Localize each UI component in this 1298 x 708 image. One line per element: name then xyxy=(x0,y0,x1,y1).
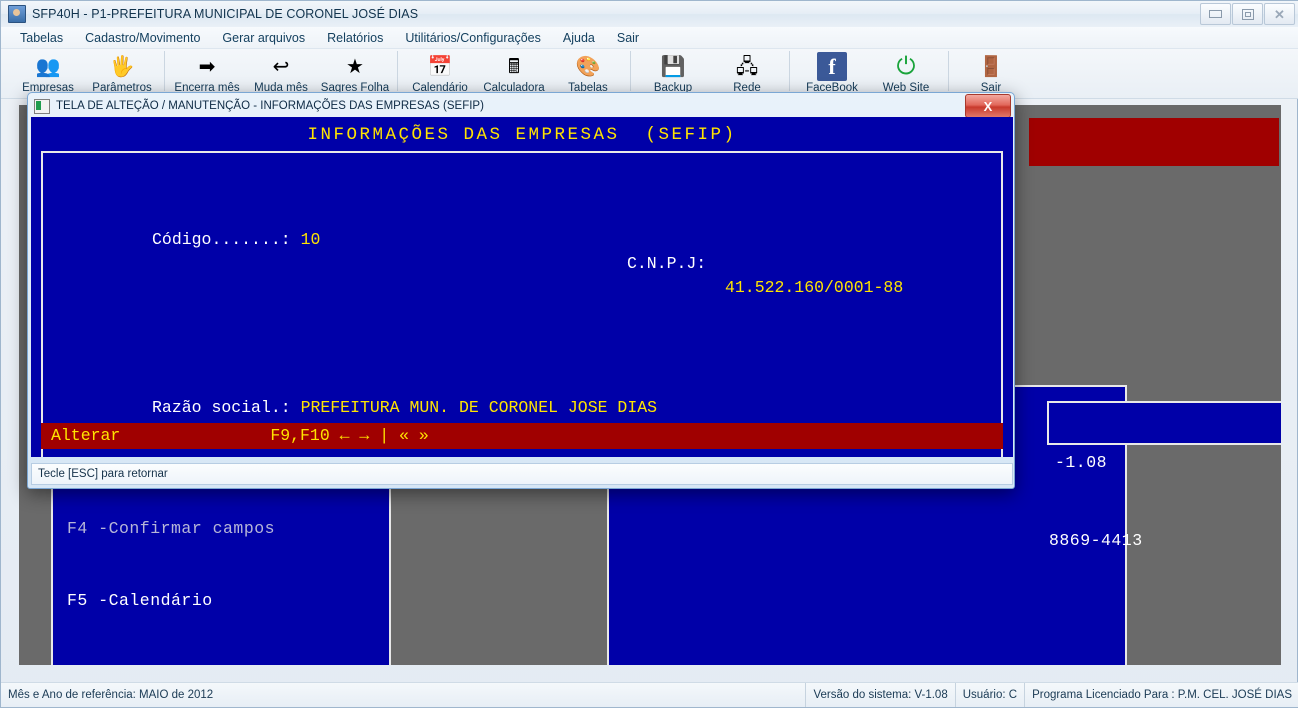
minimize-button[interactable] xyxy=(1200,3,1231,25)
people-icon: 👥 xyxy=(35,55,61,78)
version-fragment-box: -1.08 xyxy=(1047,401,1281,472)
toolbar-separator xyxy=(789,51,790,91)
shortcut-line: F6 -Calculadora xyxy=(67,661,389,665)
toolbar-button-rede[interactable]: 🖧 Rede xyxy=(710,49,784,95)
codigo-row: Código.......: 10 C.N.P.J: 41.522.160/00… xyxy=(53,204,1001,324)
window-controls: ✕ xyxy=(1199,3,1295,25)
codigo-value[interactable]: 10 xyxy=(301,230,321,249)
exit-door-icon: 🚪 xyxy=(978,55,1004,78)
period-header-box: Maio/2012 C:\, REGINA-WIN, W xyxy=(1029,118,1279,166)
razao-social-label: Razão social.: xyxy=(152,398,291,417)
razao-social-value[interactable]: PREFEITURA MUN. DE CORONEL JOSE DIAS xyxy=(301,398,657,417)
status-bar: Mês e Ano de referência: MAIO de 2012 Ve… xyxy=(1,682,1298,707)
footer-hint-text: Tecle [ESC] para retornar xyxy=(38,468,168,480)
window-title: SFP40H - P1-PREFEITURA MUNICIPAL DE CORO… xyxy=(32,7,419,21)
toolbar-separator xyxy=(948,51,949,91)
toolbar-button-calculadora[interactable]: 🖩 Calculadora xyxy=(477,49,551,95)
calculator-icon: 🖩 xyxy=(508,55,520,78)
dialog-footer-hint: Tecle [ESC] para retornar xyxy=(31,463,1013,485)
toolbar-button-web-site[interactable]: ⏻ Web Site xyxy=(869,49,943,94)
undo-arrow-icon: ↩ xyxy=(272,55,290,78)
dialog-titlebar: TELA DE ALTEÇÃO / MANUTENÇÃO - INFORMAÇÕ… xyxy=(31,94,1011,118)
toolbar-separator xyxy=(397,51,398,91)
cnpj-label: C.N.P.J: xyxy=(627,254,707,273)
menu-item-relatorios[interactable]: Relatórios xyxy=(316,29,394,47)
minimize-icon xyxy=(1209,10,1222,18)
floppy-disk-icon: 💾 xyxy=(660,55,686,78)
toolbar-button-backup[interactable]: 💾 Backup xyxy=(636,49,710,95)
status-license: Programa Licenciado Para : P.M. CEL. JOS… xyxy=(1032,689,1292,701)
close-icon: ✕ xyxy=(1274,6,1285,22)
shortcuts-panel: F4 -Confirmar campos F5 -Calendário F6 -… xyxy=(51,461,391,665)
toolbar-button-encerra-mes[interactable]: ➡ Encerra mês xyxy=(170,49,244,95)
version-fragment: -1.08 xyxy=(1055,453,1108,472)
action-label[interactable]: Alterar xyxy=(51,423,120,449)
phone-fragment-text: 8869-4413 xyxy=(1049,531,1143,550)
menu-bar: Tabelas Cadastro/Movimento Gerar arquivo… xyxy=(1,27,1298,49)
toolbar-button-empresas[interactable]: 👥 Empresas xyxy=(11,49,85,95)
toolbar-button-muda-mes[interactable]: ↩ Muda mês xyxy=(244,49,318,95)
action-keys: F9,F10 ← → | « » xyxy=(270,426,429,445)
star-icon: ★ xyxy=(346,55,364,78)
arrow-right-icon: ➡ xyxy=(198,55,216,78)
menu-item-ajuda[interactable]: Ajuda xyxy=(552,29,606,47)
menu-item-utilitarios-configuracoes[interactable]: Utilitários/Configurações xyxy=(394,29,551,47)
toolbar-separator xyxy=(630,51,631,91)
shortcut-hidden-line: F4 -Confirmar campos xyxy=(67,519,276,538)
menu-item-tabelas[interactable]: Tabelas xyxy=(9,29,74,47)
power-globe-icon: ⏻ xyxy=(896,52,916,80)
maximize-icon xyxy=(1241,8,1254,20)
close-button[interactable]: ✕ xyxy=(1264,3,1295,25)
toolbar-button-sagres-folha[interactable]: ★ Sagres Folha xyxy=(318,49,392,95)
menu-item-sair[interactable]: Sair xyxy=(606,29,650,47)
dialog-close-button[interactable]: X xyxy=(965,94,1011,118)
menu-item-gerar-arquivos[interactable]: Gerar arquivos xyxy=(211,29,316,47)
phone-fragment-box: 8869-4413 xyxy=(1049,481,1281,550)
hand-settings-icon: 🖐 xyxy=(109,55,135,78)
dialog-heading: INFORMAÇÕES DAS EMPRESAS (SEFIP) xyxy=(307,125,737,145)
toolbar-button-parametros[interactable]: 🖐 Parâmetros xyxy=(85,49,159,95)
cnpj-value[interactable]: 41.522.160/0001-88 xyxy=(725,276,903,300)
window-titlebar: SFP40H - P1-PREFEITURA MUNICIPAL DE CORO… xyxy=(1,1,1298,28)
toolbar-separator xyxy=(164,51,165,91)
close-icon: X xyxy=(983,98,993,114)
maximize-button[interactable] xyxy=(1232,3,1263,25)
identification-fieldset: Código.......: 10 C.N.P.J: 41.522.160/00… xyxy=(41,151,1003,457)
dialog-icon xyxy=(34,98,50,114)
codigo-label: Código.......: xyxy=(152,230,291,249)
status-reference: Mês e Ano de referência: MAIO de 2012 xyxy=(1,683,807,707)
status-version: Versão do sistema: V-1.08 xyxy=(806,683,956,707)
shortcut-line: F5 -Calendário xyxy=(67,591,213,610)
app-icon xyxy=(8,5,26,23)
menu-item-cadastro-movimento[interactable]: Cadastro/Movimento xyxy=(74,29,211,47)
dialog-action-bar: Alterar F9,F10 ← → | « » xyxy=(41,423,1003,449)
status-user: Usuário: C xyxy=(956,683,1026,707)
toolbar-button-facebook[interactable]: f FaceBook xyxy=(795,49,869,94)
toolbar-button-tabelas[interactable]: 🎨 Tabelas xyxy=(551,49,625,95)
company-info-dialog: TELA DE ALTEÇÃO / MANUTENÇÃO - INFORMAÇÕ… xyxy=(27,92,1015,489)
facebook-icon: f xyxy=(817,52,847,81)
dialog-title: TELA DE ALTEÇÃO / MANUTENÇÃO - INFORMAÇÕ… xyxy=(56,100,484,112)
dialog-body: INFORMAÇÕES DAS EMPRESAS (SEFIP) Código.… xyxy=(31,117,1013,457)
toolbar-button-calendario[interactable]: 📅 Calendário xyxy=(403,49,477,95)
application-window: SFP40H - P1-PREFEITURA MUNICIPAL DE CORO… xyxy=(0,0,1298,708)
palette-icon: 🎨 xyxy=(575,55,601,78)
network-icon: 🖧 xyxy=(735,55,759,78)
toolbar-button-sair[interactable]: 🚪 Sair xyxy=(954,49,1028,95)
calendar-icon: 📅 xyxy=(427,55,453,78)
